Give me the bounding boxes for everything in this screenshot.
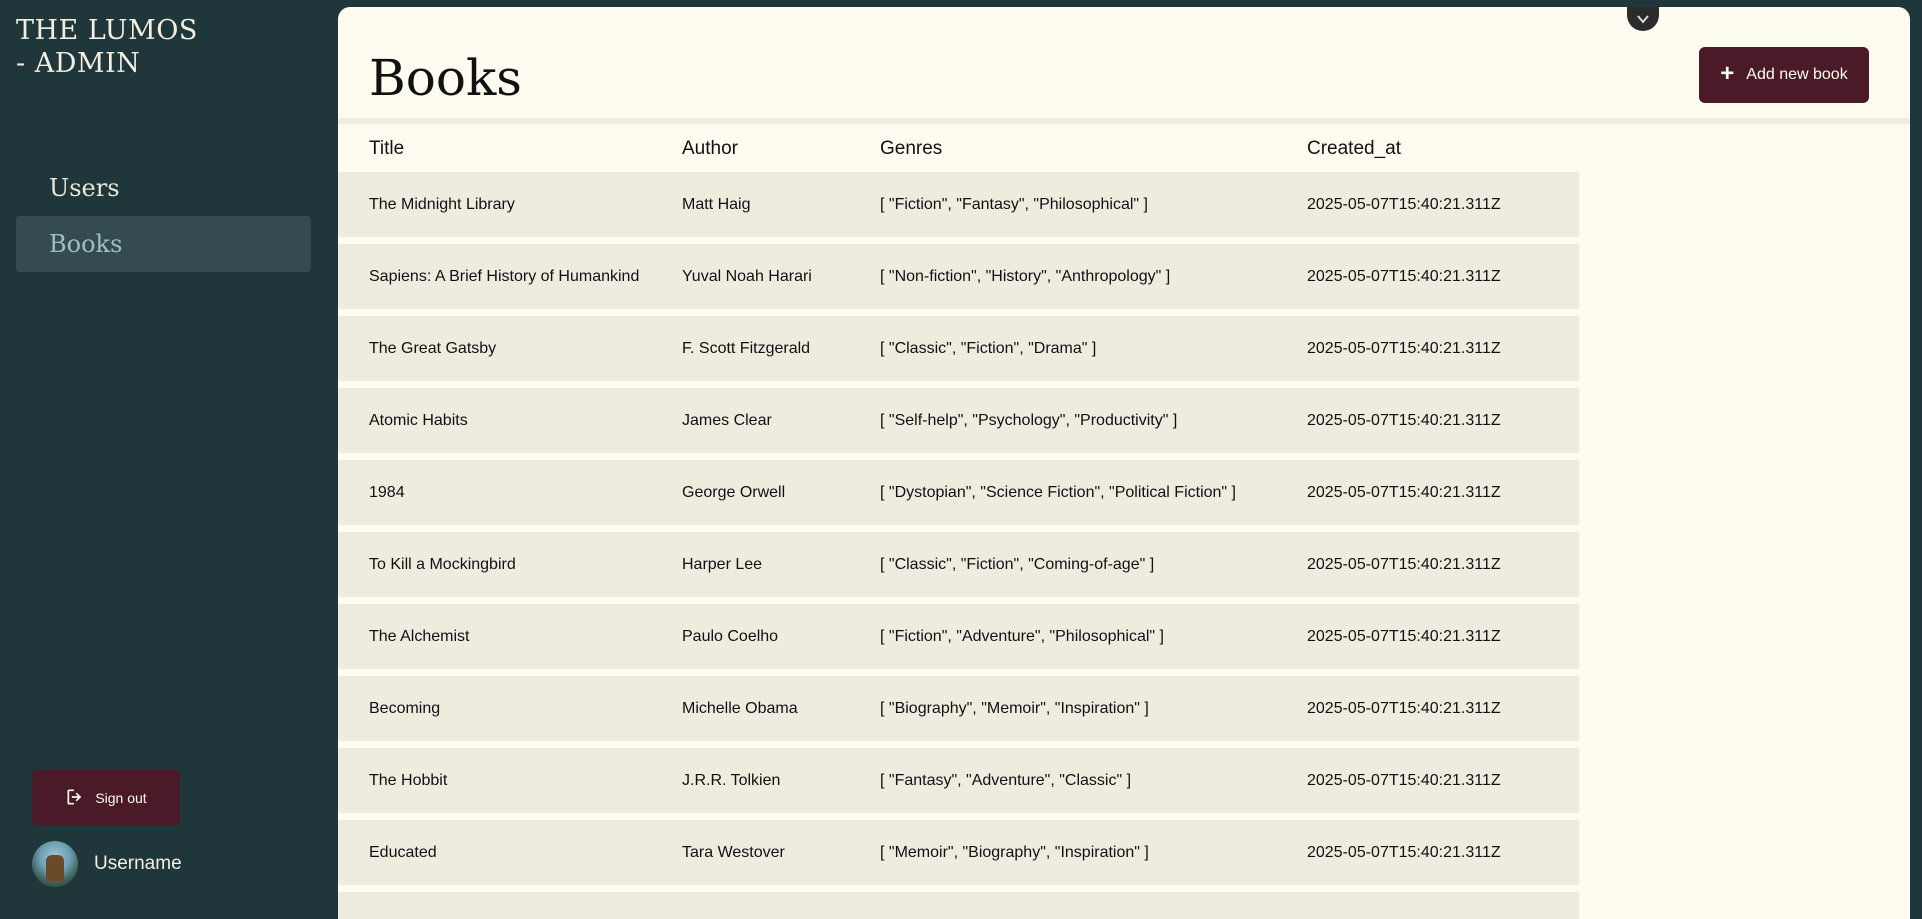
main-panel: Books + Add new book Title Author Genres… xyxy=(338,7,1910,919)
sidebar-item-label: Users xyxy=(49,174,120,202)
cell-created-at: 2025-05-07T15:40:21.311Z xyxy=(1307,771,1501,789)
cell-created-at: 2025-05-07T15:40:21.311Z xyxy=(1307,267,1501,285)
cell-created-at: 2025-05-07T15:40:21.311Z xyxy=(1307,195,1501,213)
cell-title: The Midnight Library xyxy=(369,195,515,213)
table-row[interactable]: The Alchemist Paulo Coelho [ "Fiction", … xyxy=(338,604,1579,669)
cell-title: To Kill a Mockingbird xyxy=(369,555,516,573)
cell-genres: [ "Non-fiction", "History", "Anthropolog… xyxy=(880,267,1171,285)
cell-genres: [ "Classic", "Fiction", "Drama" ] xyxy=(880,339,1097,357)
cell-genres: [ "Fantasy", "Adventure", "Classic" ] xyxy=(880,771,1132,789)
sign-out-button[interactable]: Sign out xyxy=(32,770,180,826)
plus-icon: + xyxy=(1720,60,1735,87)
cell-author: Tara Westover xyxy=(682,843,785,861)
column-header-genres[interactable]: Genres xyxy=(880,138,1307,160)
sidebar: THE LUMOS - ADMIN Users Books Sign out U… xyxy=(0,0,338,919)
table-row[interactable]: To Kill a Mockingbird Harper Lee [ "Clas… xyxy=(338,532,1579,597)
cell-title: The Great Gatsby xyxy=(369,339,497,357)
table-row[interactable] xyxy=(338,892,1579,919)
chevron-down-icon xyxy=(1636,12,1650,27)
sidebar-item-label: Books xyxy=(49,230,123,258)
cell-author: F. Scott Fitzgerald xyxy=(682,339,811,357)
table-header: Title Author Genres Created_at xyxy=(338,125,1579,172)
table-row[interactable]: Educated Tara Westover [ "Memoir", "Biog… xyxy=(338,820,1579,885)
logout-icon xyxy=(65,787,85,810)
cell-title: The Hobbit xyxy=(369,771,448,789)
cell-genres: [ "Self-help", "Psychology", "Productivi… xyxy=(880,411,1178,429)
table-row[interactable]: The Great Gatsby F. Scott Fitzgerald [ "… xyxy=(338,316,1579,381)
table-row[interactable]: Sapiens: A Brief History of Humankind Yu… xyxy=(338,244,1579,309)
page-title: Books xyxy=(369,49,522,107)
cell-title: 1984 xyxy=(369,483,405,501)
brand-logo-text: THE LUMOS - ADMIN xyxy=(16,15,198,79)
header-divider xyxy=(338,118,1910,124)
cell-title: Sapiens: A Brief History of Humankind xyxy=(369,267,640,285)
cell-author: Harper Lee xyxy=(682,555,763,573)
cell-genres: [ "Dystopian", "Science Fiction", "Polit… xyxy=(880,483,1236,501)
cell-genres: [ "Classic", "Fiction", "Coming-of-age" … xyxy=(880,555,1155,573)
cell-created-at: 2025-05-07T15:40:21.311Z xyxy=(1307,699,1501,717)
add-new-book-button[interactable]: + Add new book xyxy=(1699,47,1869,103)
sidebar-nav: Users Books xyxy=(16,160,311,272)
cell-author: Michelle Obama xyxy=(682,699,798,717)
collapse-toggle-button[interactable] xyxy=(1627,7,1659,31)
cell-created-at: 2025-05-07T15:40:21.311Z xyxy=(1307,627,1501,645)
cell-title: Educated xyxy=(369,843,437,861)
column-header-created-at[interactable]: Created_at xyxy=(1307,138,1579,160)
column-header-title[interactable]: Title xyxy=(338,138,682,160)
column-header-author[interactable]: Author xyxy=(682,138,880,160)
avatar xyxy=(32,841,78,887)
cell-author: Paulo Coelho xyxy=(682,627,779,645)
cell-title: Becoming xyxy=(369,699,441,717)
cell-author: J.R.R. Tolkien xyxy=(682,771,781,789)
cell-created-at: 2025-05-07T15:40:21.311Z xyxy=(1307,339,1501,357)
cell-title: Atomic Habits xyxy=(369,411,468,429)
cell-author: George Orwell xyxy=(682,483,786,501)
cell-genres: [ "Biography", "Memoir", "Inspiration" ] xyxy=(880,699,1149,717)
username: Username xyxy=(94,853,182,874)
sidebar-item-users[interactable]: Users xyxy=(16,160,311,216)
sidebar-item-books[interactable]: Books xyxy=(16,216,311,272)
cell-created-at: 2025-05-07T15:40:21.311Z xyxy=(1307,843,1501,861)
table-row[interactable]: The Midnight Library Matt Haig [ "Fictio… xyxy=(338,172,1579,237)
cell-created-at: 2025-05-07T15:40:21.311Z xyxy=(1307,411,1501,429)
table-row[interactable]: The Hobbit J.R.R. Tolkien [ "Fantasy", "… xyxy=(338,748,1579,813)
cell-title: The Alchemist xyxy=(369,627,470,645)
cell-created-at: 2025-05-07T15:40:21.311Z xyxy=(1307,555,1501,573)
cell-author: Matt Haig xyxy=(682,195,751,213)
cell-author: James Clear xyxy=(682,411,772,429)
books-table: Title Author Genres Created_at The Midni… xyxy=(338,125,1579,919)
cell-genres: [ "Fiction", "Fantasy", "Philosophical" … xyxy=(880,195,1148,213)
cell-author: Yuval Noah Harari xyxy=(682,267,812,285)
table-row[interactable]: 1984 George Orwell [ "Dystopian", "Scien… xyxy=(338,460,1579,525)
cell-created-at: 2025-05-07T15:40:21.311Z xyxy=(1307,483,1501,501)
cell-genres: [ "Fiction", "Adventure", "Philosophical… xyxy=(880,627,1164,645)
user-profile[interactable]: Username xyxy=(32,841,182,887)
table-row[interactable]: Atomic Habits James Clear [ "Self-help",… xyxy=(338,388,1579,453)
sign-out-label: Sign out xyxy=(95,790,147,806)
cell-genres: [ "Memoir", "Biography", "Inspiration" ] xyxy=(880,843,1149,861)
add-new-book-label: Add new book xyxy=(1746,66,1848,83)
table-row[interactable]: Becoming Michelle Obama [ "Biography", "… xyxy=(338,676,1579,741)
